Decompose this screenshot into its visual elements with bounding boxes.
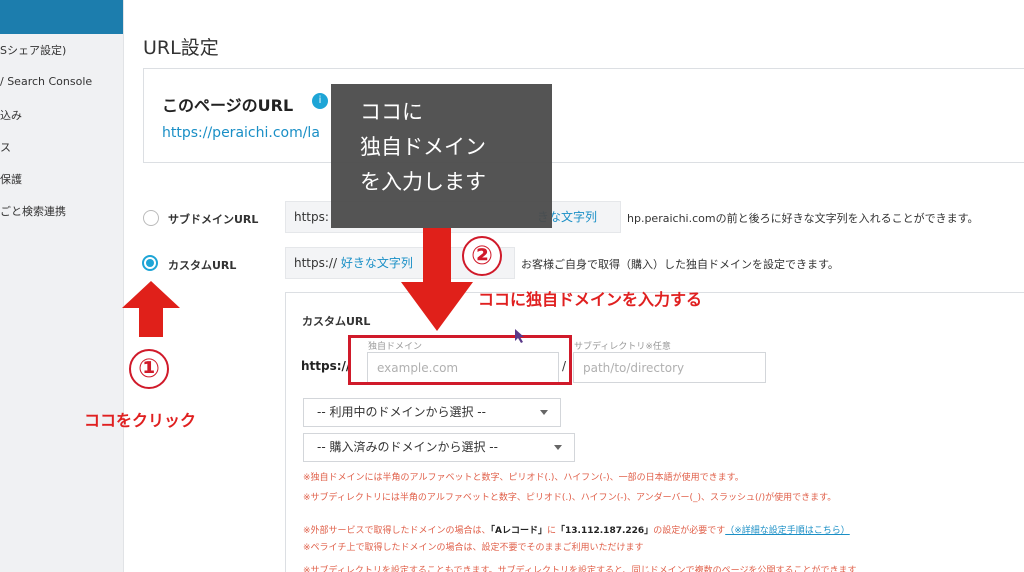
custom-url-prefix: https:// bbox=[294, 256, 338, 270]
note-domain-chars: ※独自ドメインには半角のアルファベットと数字、ピリオド(.)、ハイフン(-)、一… bbox=[303, 473, 744, 483]
subdomain-url-label[interactable]: サブドメインURL bbox=[168, 211, 258, 227]
sidebar-item-protection[interactable]: 保護 bbox=[0, 171, 22, 187]
page-url-title: このページのURL bbox=[162, 96, 294, 115]
arrow-down-icon bbox=[401, 228, 473, 331]
sidebar-item-access[interactable]: ス bbox=[0, 139, 11, 155]
in-use-domain-select-value: -- 利用中のドメインから選択 -- bbox=[317, 405, 486, 419]
note-subdir-chars: ※サブディレクトリには半角のアルファベットと数字、ピリオド(.)、ハイフン(-)… bbox=[303, 493, 837, 503]
purchased-domain-select[interactable]: -- 購入済みのドメインから選択 -- bbox=[303, 433, 575, 462]
note-external-required: の設定が必要です bbox=[653, 526, 726, 536]
domain-input-highlight bbox=[348, 335, 572, 385]
subdomain-url-radio[interactable] bbox=[143, 210, 159, 226]
note-subdirectory-cutoff: ※サブディレクトリを設定することもできます。サブディレクトリを設定すると、同じド… bbox=[303, 566, 857, 572]
note-a-record: 「Aレコード」 bbox=[490, 526, 548, 536]
page-url-link[interactable]: https://peraichi.com/la bbox=[162, 125, 320, 141]
subdirectory-input[interactable] bbox=[573, 352, 766, 383]
note-external-text: ※外部サービスで取得したドメインの場合は、 bbox=[303, 526, 491, 536]
tooltip-line-1: ココに bbox=[360, 100, 423, 124]
step-1-badge: ① bbox=[129, 349, 169, 389]
step-2-badge: ② bbox=[462, 236, 502, 276]
page-title: URL設定 bbox=[143, 37, 219, 59]
custom-url-description: お客様ご自身で取得（購入）した独自ドメインを設定できます。 bbox=[521, 258, 839, 271]
sidebar-item-share-settings[interactable]: Sシェア設定) bbox=[0, 42, 66, 58]
chevron-down-icon bbox=[554, 445, 562, 450]
subdomain-url-description: hp.peraichi.comの前と後ろに好きな文字列を入れることができます。 bbox=[627, 212, 979, 225]
tooltip-line-2: 独自ドメイン bbox=[360, 135, 486, 159]
arrow-up-icon bbox=[122, 281, 180, 337]
note-external-to: に bbox=[547, 526, 557, 536]
custom-url-radio[interactable] bbox=[142, 255, 158, 271]
sidebar: Sシェア設定) / Search Console 込み ス 保護 ごと検索連携 bbox=[0, 0, 124, 572]
subdomain-url-prefix: https: bbox=[294, 210, 329, 224]
note-peraichi-domain: ※ペライチ上で取得したドメインの場合は、設定不要でそのままご利用いただけます bbox=[303, 543, 644, 553]
in-use-domain-select[interactable]: -- 利用中のドメインから選択 -- bbox=[303, 398, 561, 427]
sidebar-item-search-link[interactable]: ごと検索連携 bbox=[0, 203, 66, 219]
note-external-domain: ※外部サービスで取得したドメインの場合は、「Aレコード」に「13.112.187… bbox=[303, 523, 850, 536]
step-2-instruction: ココに独自ドメインを入力する bbox=[478, 290, 703, 309]
custom-url-panel-title: カスタムURL bbox=[302, 315, 371, 328]
custom-url-label[interactable]: カスタムURL bbox=[168, 257, 236, 273]
scheme-label: https:// bbox=[301, 359, 351, 373]
info-icon[interactable]: i bbox=[312, 93, 328, 109]
instruction-tooltip: ココに 独自ドメイン を入力します bbox=[331, 84, 552, 228]
note-ip-address: 「13.112.187.226」 bbox=[556, 526, 654, 536]
sidebar-item-embed[interactable]: 込み bbox=[0, 107, 22, 123]
tooltip-line-3: を入力します bbox=[360, 170, 486, 194]
chevron-down-icon bbox=[540, 410, 548, 415]
step-1-instruction: ココをクリック bbox=[84, 411, 197, 430]
path-field-label: サブディレクトリ※任意 bbox=[574, 342, 671, 352]
purchased-domain-select-value: -- 購入済みのドメインから選択 -- bbox=[317, 440, 498, 454]
sidebar-item-search-console[interactable]: / Search Console bbox=[0, 75, 92, 88]
setup-guide-link[interactable]: （※詳細な設定手順はこちら） bbox=[725, 526, 850, 536]
sidebar-header-bar bbox=[0, 0, 123, 34]
mouse-cursor-icon bbox=[515, 329, 524, 343]
